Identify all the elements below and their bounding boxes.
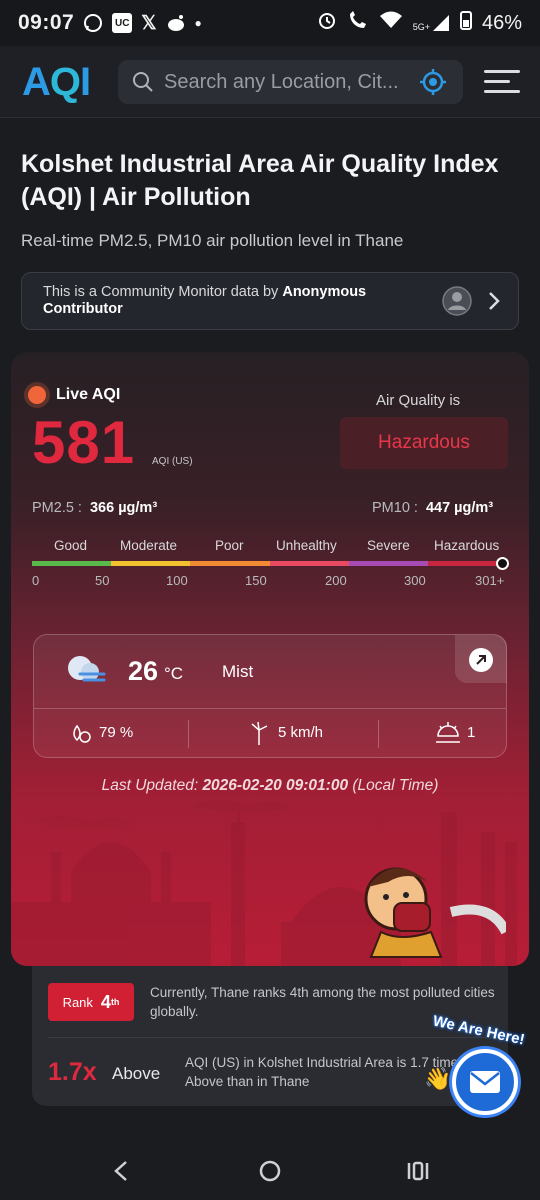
live-aqi-indicator: Live AQI — [28, 386, 120, 404]
live-aqi-label: Live AQI — [56, 386, 121, 403]
wind-icon — [248, 720, 270, 751]
comparison-multiplier: 1.7x — [48, 1058, 97, 1086]
wifi-call-icon — [347, 10, 369, 36]
humidity-icon — [70, 724, 92, 749]
scale-bar-good — [32, 561, 111, 566]
scale-number: 301+ — [475, 573, 505, 588]
aqi-value: 581 — [32, 409, 136, 476]
scale-label-poor: Poor — [215, 538, 244, 553]
scale-bar-poor — [190, 561, 270, 566]
battery-level: 46% — [481, 11, 522, 34]
scale-bar-hazardous — [428, 561, 502, 566]
notification-dot-icon: ● — [194, 16, 202, 30]
mail-icon — [469, 1070, 501, 1099]
rank-badge: Rank 4th — [48, 983, 134, 1021]
search-input[interactable] — [164, 70, 404, 94]
back-icon[interactable] — [113, 1160, 129, 1187]
last-updated: Last Updated: 2026-02-20 09:01:00 (Local… — [0, 777, 540, 795]
rank-value: 4 — [100, 991, 111, 1012]
waving-hand-icon: 👋 — [424, 1066, 452, 1091]
comparison-description: AQI (US) in Kolshet Industrial Area is 1… — [185, 1055, 465, 1089]
scale-bar-unhealthy — [270, 561, 349, 566]
live-dot-icon — [28, 386, 46, 404]
last-updated-label: Last Updated: — [101, 777, 203, 794]
whatsapp-icon — [83, 13, 103, 33]
uv-index-icon — [434, 720, 462, 751]
page-title: Kolshet Industrial Area Air Quality Inde… — [21, 150, 499, 211]
uv-index-value: 1 — [467, 724, 476, 741]
top-nav: AQI — [0, 46, 540, 118]
ranking-divider — [48, 1037, 508, 1038]
wifi-icon — [379, 10, 403, 36]
weather-separator — [378, 720, 379, 748]
rank-suffix: th — [110, 997, 120, 1007]
weather-condition: Mist — [222, 662, 254, 681]
pm25-reading: PM2.5 : 366 µg/m³ — [32, 500, 157, 516]
scale-label-hazardous: Hazardous — [434, 538, 500, 553]
aqi-scale-marker — [496, 557, 509, 570]
search-bar[interactable] — [118, 60, 463, 104]
system-nav-bar — [0, 1130, 540, 1200]
humidity-value: 79 % — [99, 724, 134, 741]
temperature-unit: °C — [164, 664, 184, 683]
community-text: This is a Community Monitor data by — [43, 284, 283, 300]
status-time: 09:07 — [18, 11, 75, 34]
aqi-logo[interactable]: AQI — [22, 62, 91, 102]
scale-label-moderate: Moderate — [120, 538, 178, 553]
page-subtitle: Real-time PM2.5, PM10 air pollution leve… — [21, 231, 404, 250]
x-icon: 𝕏 — [141, 12, 157, 34]
scale-number: 300 — [404, 573, 426, 588]
pm25-value: 366 µg/m³ — [89, 500, 158, 516]
community-monitor-banner[interactable]: This is a Community Monitor data by Anon… — [21, 272, 519, 330]
scale-number: 150 — [245, 573, 267, 588]
mascot-illustration — [364, 867, 506, 958]
pm10-reading: PM10 : 447 µg/m³ — [372, 500, 493, 516]
pm25-label: PM2.5 : — [32, 500, 82, 516]
scale-bar-moderate — [111, 561, 190, 566]
search-icon — [132, 71, 154, 93]
weather-divider — [34, 708, 506, 709]
scale-bar-severe — [349, 561, 428, 566]
last-updated-suffix: (Local Time) — [348, 777, 439, 794]
recent-apps-icon[interactable] — [406, 1160, 430, 1187]
user-avatar-icon — [442, 286, 472, 321]
air-quality-label: Air Quality is — [376, 392, 461, 409]
scale-number: 0 — [32, 573, 40, 588]
air-quality-status-badge: Hazardous — [340, 417, 508, 469]
scale-number: 100 — [166, 573, 188, 588]
aqi-unit: AQI (US) — [152, 456, 193, 467]
wind-speed-value: 5 km/h — [278, 724, 324, 741]
reddit-icon — [166, 14, 186, 32]
network-type: 5G+ — [412, 22, 430, 32]
menu-icon[interactable] — [484, 70, 520, 96]
locate-icon[interactable] — [419, 68, 447, 96]
chevron-right-icon — [488, 291, 500, 316]
signal-icon: 5G+ — [413, 14, 450, 32]
external-link-icon — [468, 647, 494, 678]
scale-label-unhealthy: Unhealthy — [276, 538, 337, 553]
weather-open-button[interactable] — [455, 635, 507, 683]
weather-separator — [188, 720, 189, 748]
comparison-label: Above — [112, 1064, 161, 1083]
temperature-value: 26 — [128, 656, 159, 686]
rank-label: Rank — [62, 994, 93, 1010]
alarm-icon — [317, 10, 337, 36]
scale-number: 50 — [95, 573, 110, 588]
home-icon[interactable] — [259, 1160, 281, 1187]
scale-label-good: Good — [54, 538, 88, 553]
scale-label-severe: Severe — [367, 538, 410, 553]
scale-number: 200 — [325, 573, 347, 588]
battery-icon — [459, 10, 472, 36]
pm10-value: 447 µg/m³ — [425, 500, 494, 516]
pm10-label: PM10 : — [372, 500, 418, 516]
last-updated-value: 2026-02-20 09:01:00 — [202, 777, 349, 794]
uc-browser-icon: UC — [112, 13, 133, 33]
mist-weather-icon — [64, 652, 108, 693]
chat-mail-button[interactable] — [452, 1049, 518, 1115]
status-bar: 09:07 UC 𝕏 ● 5G+ 46% — [0, 0, 540, 46]
